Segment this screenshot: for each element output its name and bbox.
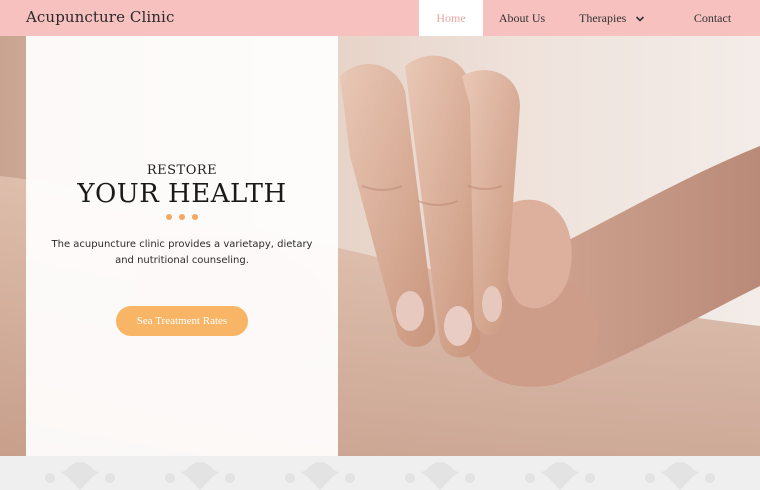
- hero-content-panel: RESTORE YOUR HEALTH The acupuncture clin…: [26, 36, 338, 456]
- top-navigation-bar: Acupuncture Clinic Home About Us Therapi…: [0, 0, 760, 36]
- dot: [179, 214, 185, 220]
- nav-about-us[interactable]: About Us: [483, 0, 561, 36]
- nav-therapies-label: Therapies: [579, 10, 627, 25]
- dot: [166, 214, 172, 220]
- chevron-down-icon[interactable]: [635, 13, 645, 23]
- see-treatment-rates-button[interactable]: Sea Treatment Rates: [116, 306, 248, 336]
- dot: [192, 214, 198, 220]
- hero-eyebrow: RESTORE: [146, 163, 218, 178]
- decorative-footer-strip: [0, 456, 760, 490]
- nav-contact[interactable]: Contact: [665, 0, 760, 36]
- ornament-pattern: [45, 462, 715, 490]
- nav-home[interactable]: Home: [419, 0, 483, 36]
- nav-therapies[interactable]: Therapies: [561, 0, 665, 36]
- hero-headline: YOUR HEALTH: [77, 179, 287, 209]
- site-logo-text[interactable]: Acupuncture Clinic: [26, 8, 174, 26]
- hero-description: The acupuncture clinic provides a variet…: [51, 239, 313, 266]
- main-nav: Home About Us Therapies Contact: [419, 0, 760, 36]
- decorative-dots: [166, 214, 198, 222]
